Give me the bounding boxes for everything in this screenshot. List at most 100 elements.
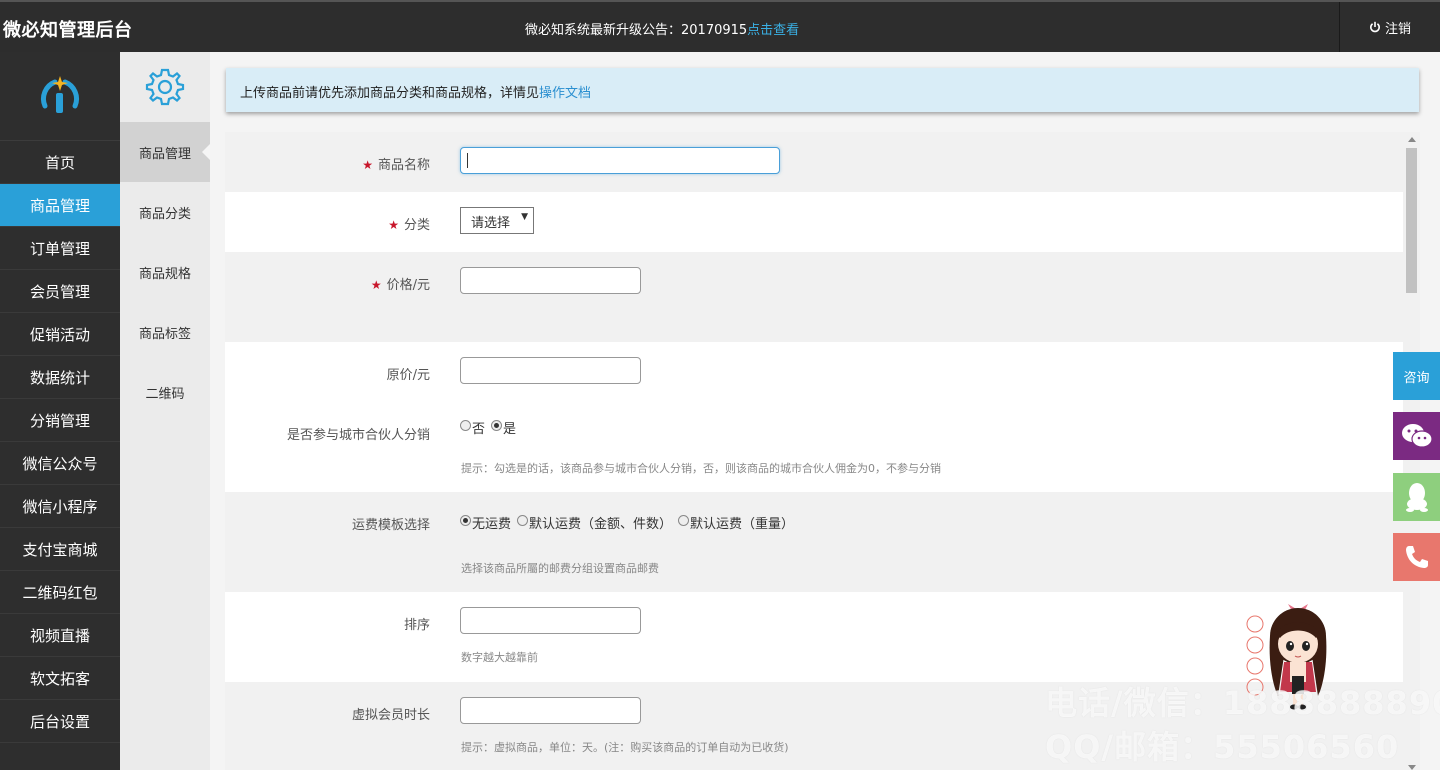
alert-text: 上传商品前请优先添加商品分类和商品规格，详情见 — [240, 86, 540, 101]
sidebar-item-admin-settings[interactable]: 后台设置 — [0, 700, 120, 743]
shipping-radio-default-weight[interactable]: 默认运费（重量） — [678, 513, 794, 532]
shipping-hint: 选择该商品所屬的邮费分组设置商品邮费 — [461, 562, 659, 575]
sidebar-item-home[interactable]: 首页 — [0, 141, 120, 184]
radio-label: 是 — [503, 422, 517, 437]
subnav-item-product-category[interactable]: 商品分类 — [120, 182, 210, 242]
logout-button[interactable]: 注销 — [1339, 2, 1440, 52]
partner-hint: 提示：勾选是的话，该商品参与城市合伙人分销，否，则该商品的城市合伙人佣金为0，不… — [461, 462, 941, 475]
sidebar-menu: 首页商品管理 订单管理 会员管理促销活动数据统计分销管理微信公众号 微信小程序支付宝商… — [0, 141, 120, 743]
partner-label: 是否参与城市合伙人分销 — [286, 428, 430, 443]
sidebar-item-order[interactable]: 订单管理 — [0, 227, 120, 270]
category-select[interactable]: 请选择 ▼ — [460, 207, 534, 234]
radio-label: 默认运费（重量） — [690, 517, 795, 532]
sidebar-item-label: 支付宝商城 — [22, 540, 98, 559]
product-form: ★ 商品名称 ★ 分类 请选择 ▼ ★ 价格/元 原价/元 是否参与城市合伙人分销 否 … — [225, 132, 1403, 770]
qq-button[interactable] — [1393, 473, 1440, 521]
required-mark: ★ — [370, 278, 382, 292]
main-sidebar: 首页商品管理 订单管理 会员管理促销活动数据统计分销管理微信公众号 微信小程序支付宝商… — [0, 52, 120, 770]
sidebar-item-wechat-official[interactable]: 微信公众号 — [0, 442, 120, 485]
virtual-duration-input[interactable] — [460, 697, 641, 724]
consult-label: 咨询 — [1403, 370, 1430, 386]
notice-link[interactable]: 点击查看 — [747, 23, 799, 38]
subnav-item-product-tag[interactable]: 商品标签 — [120, 302, 210, 362]
consult-button[interactable]: 咨询 — [1393, 352, 1440, 400]
top-bar: 微必知管理后台 微必知系统最新升级公告：20170915点击查看 注销 — [0, 0, 1440, 52]
subnav-item-qrcode[interactable]: 二维码 — [120, 362, 210, 422]
virtual-hint: 提示：虚拟商品，单位：天。(注：购买该商品的订单自动为已收货) — [461, 741, 789, 754]
brand-logo-icon — [41, 76, 79, 113]
category-label: ★ 分类 — [388, 214, 430, 233]
sidebar-item-label: 后台设置 — [29, 712, 90, 731]
watermark-qq: QQ/邮箱：55506560 — [1045, 728, 1400, 766]
upgrade-notice: 微必知系统最新升级公告：20170915点击查看 — [525, 19, 799, 38]
sidebar-item-article-marketing[interactable]: 软文拓客 — [0, 657, 120, 700]
sidebar-item-promotion[interactable]: 促销活动 — [0, 313, 120, 356]
product-name-input[interactable] — [460, 147, 780, 174]
wechat-icon — [1401, 424, 1433, 448]
sidebar-item-label: 软文拓客 — [29, 669, 90, 688]
form-row-sort: 排序 数字越大越靠前 — [225, 592, 1403, 682]
price-input[interactable] — [460, 267, 641, 294]
form-row-category: ★ 分类 请选择 ▼ — [225, 192, 1403, 252]
shipping-radio-none[interactable]: 无运费 — [460, 513, 511, 532]
form-row-original-price: 原价/元 是否参与城市合伙人分销 否 是 提示：勾选是的话，该商品参与城市合伙人… — [225, 342, 1403, 492]
scroll-down-icon[interactable] — [1408, 765, 1416, 770]
subnav-item-product-manage[interactable]: 商品管理 — [120, 122, 210, 182]
sidebar-item-label: 二维码红包 — [22, 583, 98, 602]
doc-link[interactable]: 操作文档 — [539, 86, 591, 101]
sidebar-item-alipay-mall[interactable]: 支付宝商城 — [0, 528, 120, 571]
category-select-value: 请选择 — [471, 216, 511, 231]
radio-dot — [491, 420, 503, 431]
settings-area — [120, 52, 210, 122]
sidebar-item-wechat-miniapp[interactable]: 微信小程序 — [0, 485, 120, 528]
shipping-radio-default-amount[interactable]: 默认运费（金额、件数） — [517, 513, 672, 532]
radio-label: 无运费 — [472, 517, 512, 532]
price-label: ★ 价格/元 — [371, 274, 430, 293]
subnav-label: 二维码 — [145, 386, 185, 402]
subnav-label: 商品规格 — [138, 266, 191, 282]
notice-text: 微必知系统最新升级公告：20170915 — [525, 23, 748, 38]
text-caret — [467, 153, 468, 168]
scrollbar-thumb[interactable] — [1406, 148, 1417, 293]
qq-penguin-icon — [1405, 483, 1428, 512]
sort-hint: 数字越大越靠前 — [461, 651, 538, 664]
phone-button[interactable] — [1393, 533, 1440, 581]
scroll-up-icon[interactable] — [1408, 137, 1416, 142]
shipping-radio-group: 无运费 默认运费（金额、件数） 默认运费（重量） — [460, 513, 794, 532]
partner-radio-no[interactable]: 否 — [460, 418, 485, 437]
sidebar-item-product[interactable]: 商品管理 — [0, 184, 120, 227]
required-mark: ★ — [388, 218, 399, 232]
original-price-input[interactable] — [460, 357, 641, 384]
subnav-label: 商品管理 — [138, 146, 191, 162]
radio-dot — [460, 515, 471, 526]
sort-input[interactable] — [460, 607, 641, 634]
subnav-label: 商品标签 — [138, 326, 191, 342]
sub-sidebar: 商品管理 商品分类 商品规格 商品标签 二维码 — [120, 52, 210, 770]
dropdown-arrow-icon: ▼ — [521, 212, 528, 222]
form-row-shipping: 运费模板选择 无运费 默认运费（金额、件数） 默认运费（重量） 选择该商品所屬的… — [225, 492, 1403, 592]
sidebar-item-distribution[interactable]: 分销管理 — [0, 399, 120, 442]
virtual-label: 虚拟会员时长 — [351, 708, 430, 723]
sidebar-item-label: 分销管理 — [29, 411, 90, 430]
form-row-name: ★ 商品名称 — [225, 132, 1403, 192]
sidebar-item-statistics[interactable]: 数据统计 — [0, 356, 120, 399]
partner-radio-yes[interactable]: 是 — [491, 418, 516, 437]
partner-radio-group: 否 是 — [460, 418, 516, 437]
wechat-button[interactable] — [1393, 412, 1440, 460]
radio-dot — [517, 515, 529, 526]
subnav-item-product-spec[interactable]: 商品规格 — [120, 242, 210, 302]
radio-label: 默认运费（金额、件数） — [529, 517, 673, 532]
sidebar-item-label: 首页 — [44, 153, 75, 172]
logout-label: 注销 — [1384, 21, 1411, 37]
sidebar-item-label: 视频直播 — [29, 626, 90, 645]
sidebar-item-video-live[interactable]: 视频直播 — [0, 614, 120, 657]
sidebar-item-label: 数据统计 — [29, 368, 90, 387]
sidebar-item-qrcode-redpacket[interactable]: 二维码红包 — [0, 571, 120, 614]
subnav-label: 商品分类 — [138, 206, 191, 222]
power-icon — [1370, 21, 1380, 33]
sidebar-item-member[interactable]: 会员管理 — [0, 270, 120, 313]
info-alert: 上传商品前请优先添加商品分类和商品规格，详情见操作文档 — [226, 68, 1419, 112]
phone-icon — [1405, 546, 1428, 568]
sidebar-item-label: 促销活动 — [29, 325, 90, 344]
radio-dot — [678, 515, 690, 526]
